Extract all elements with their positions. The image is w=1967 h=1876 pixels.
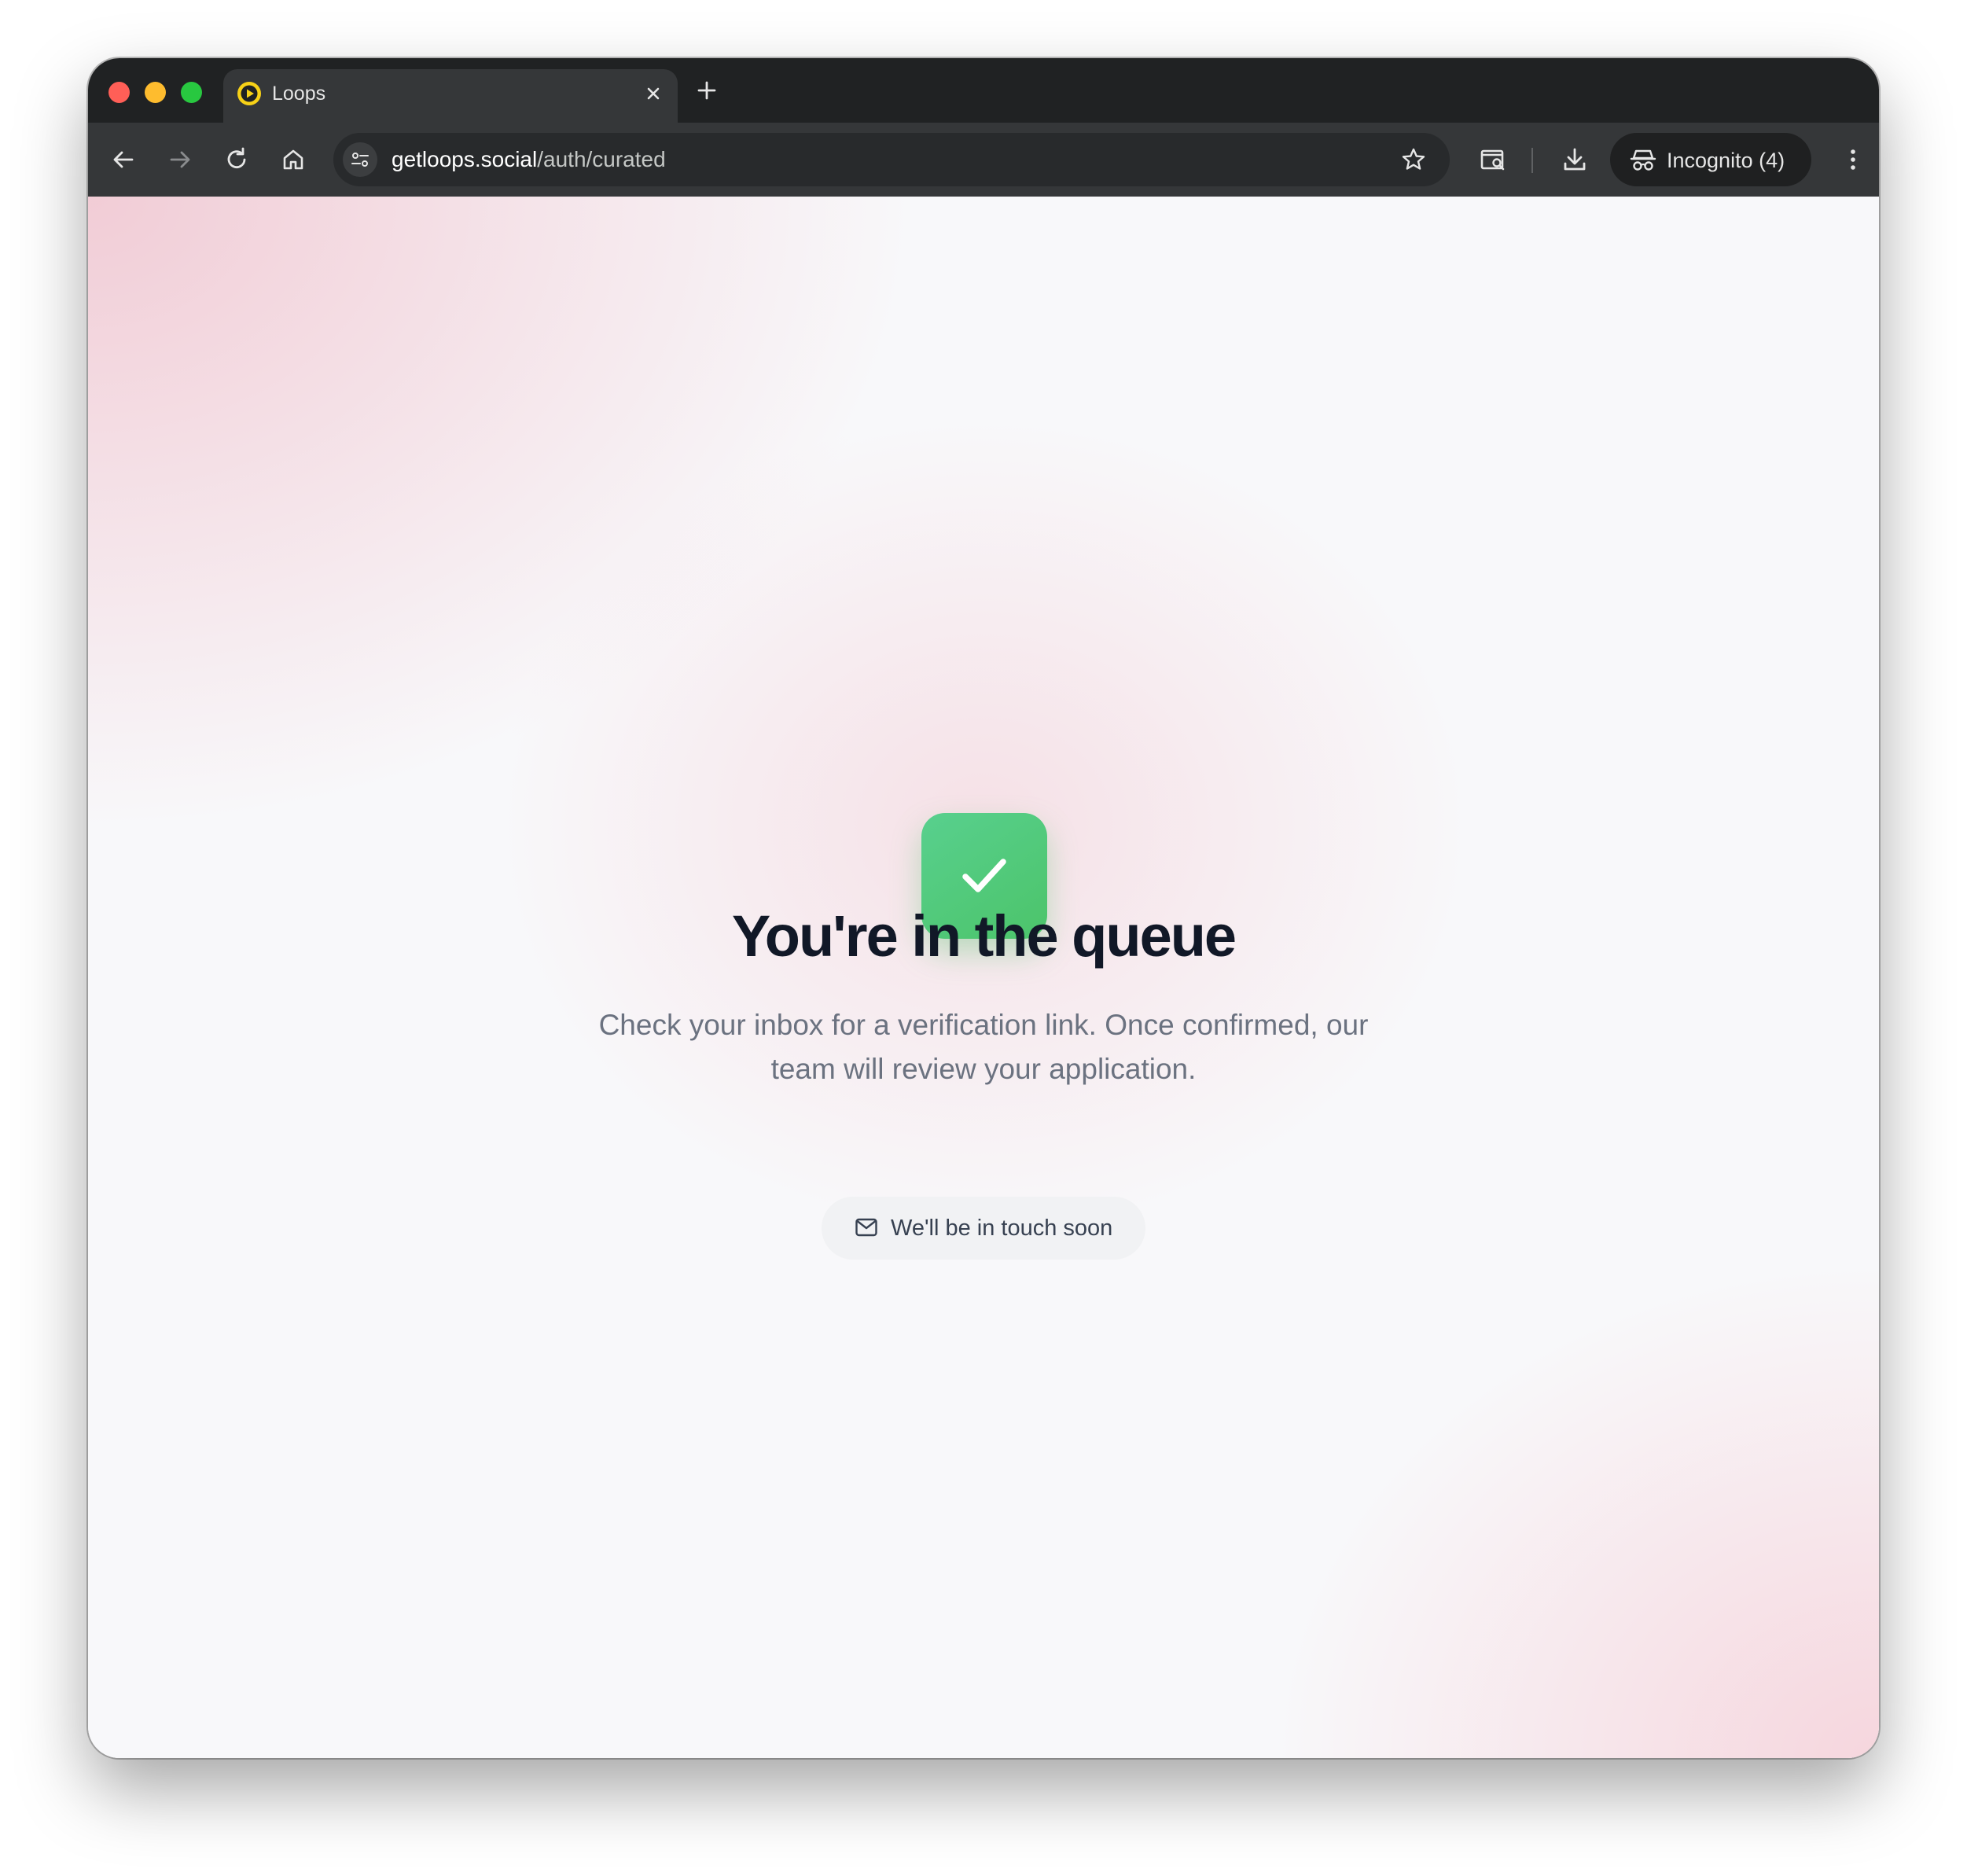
address-bar[interactable]: getloops.social/auth/curated xyxy=(333,133,1450,186)
tab-search-icon[interactable] xyxy=(1478,145,1508,175)
new-tab-icon[interactable] xyxy=(693,77,720,104)
close-window-button[interactable] xyxy=(108,82,130,103)
incognito-icon xyxy=(1630,149,1656,171)
page-content: You're in the queue Check your inbox for… xyxy=(88,197,1879,1758)
minimize-window-button[interactable] xyxy=(145,82,166,103)
site-info-button[interactable] xyxy=(343,142,377,177)
browser-window: Loops getloops.social/auth/curated Incog… xyxy=(88,58,1879,1758)
url-path: /auth/curated xyxy=(537,147,666,171)
maximize-window-button[interactable] xyxy=(181,82,202,103)
incognito-label: Incognito (4) xyxy=(1667,149,1785,172)
back-icon[interactable] xyxy=(108,145,138,175)
status-pill: We'll be in touch soon xyxy=(822,1197,1145,1260)
tab-title: Loops xyxy=(272,83,326,105)
forward-icon[interactable] xyxy=(165,145,195,175)
reload-icon[interactable] xyxy=(222,145,252,175)
home-icon[interactable] xyxy=(278,145,308,175)
checkmark-icon xyxy=(962,859,1006,892)
toolbar-divider xyxy=(1531,148,1533,173)
url-text[interactable]: getloops.social/auth/curated xyxy=(392,147,666,172)
tab-strip: Loops xyxy=(88,58,1879,123)
site-info-icon xyxy=(351,153,369,167)
menu-icon[interactable] xyxy=(1838,145,1868,175)
browser-toolbar: getloops.social/auth/curated Incognito (… xyxy=(88,123,1879,197)
status-pill-label: We'll be in touch soon xyxy=(891,1216,1113,1241)
page-title: You're in the queue xyxy=(731,903,1237,969)
confirmation-message: Check your inbox for a verification link… xyxy=(598,1009,1369,1085)
incognito-profile-button[interactable]: Incognito (4) xyxy=(1610,133,1811,186)
download-icon[interactable] xyxy=(1560,145,1590,175)
loops-play-icon xyxy=(237,82,261,105)
star-icon[interactable] xyxy=(1399,145,1428,174)
tab-loops[interactable]: Loops xyxy=(223,69,678,123)
close-tab-icon[interactable] xyxy=(640,80,667,107)
url-domain: getloops.social xyxy=(392,147,538,171)
screenshot-stage: Loops getloops.social/auth/curated Incog… xyxy=(0,0,1967,1876)
mail-icon xyxy=(855,1218,877,1237)
